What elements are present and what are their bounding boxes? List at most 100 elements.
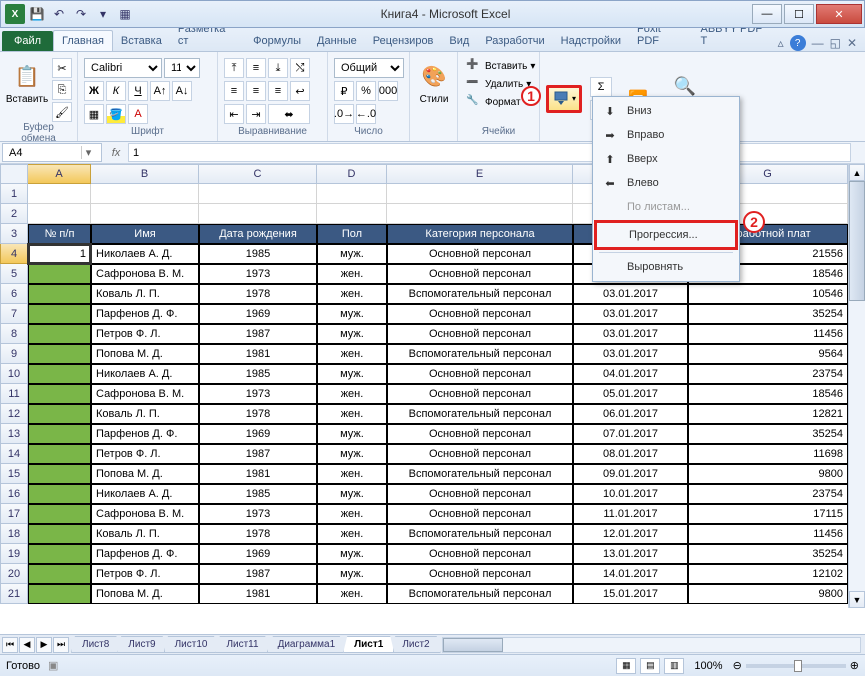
cell-num[interactable]	[28, 304, 91, 324]
cell-category[interactable]: Вспомогательный персонал	[387, 404, 573, 424]
cell-year[interactable]: 1987	[199, 444, 317, 464]
cell-year[interactable]: 1985	[199, 484, 317, 504]
cell-num[interactable]	[28, 364, 91, 384]
increase-decimal-icon[interactable]: .0→	[334, 104, 354, 124]
cell-name[interactable]: Петров Ф. Л.	[91, 324, 199, 344]
zoom-slider[interactable]	[746, 664, 846, 668]
wrap-text-icon[interactable]: ↩	[290, 81, 310, 101]
cell-year[interactable]: 1973	[199, 384, 317, 404]
cell-category[interactable]: Основной персонал	[387, 324, 573, 344]
cell-date[interactable]: 09.01.2017	[573, 464, 688, 484]
doc-restore-icon[interactable]: ◱	[830, 36, 841, 50]
cell-salary[interactable]: 10546	[688, 284, 848, 304]
sheet-tab[interactable]: Лист8	[71, 636, 120, 653]
cell-name[interactable]: Коваль Л. П.	[91, 524, 199, 544]
hscroll-thumb[interactable]	[443, 638, 503, 652]
cell-num[interactable]	[28, 544, 91, 564]
cell-name[interactable]: Сафронова В. М.	[91, 384, 199, 404]
namebox-dropdown-icon[interactable]: ▾	[81, 146, 95, 159]
cell-name[interactable]: Парфенов Д. Ф.	[91, 424, 199, 444]
border-icon[interactable]: ▦	[84, 104, 104, 124]
percent-icon[interactable]: %	[356, 81, 376, 101]
cell-salary[interactable]: 18546	[688, 384, 848, 404]
cell-sex[interactable]: жен.	[317, 384, 387, 404]
underline-icon[interactable]: Ч	[128, 81, 148, 101]
cell-name[interactable]: Коваль Л. П.	[91, 284, 199, 304]
header-sex[interactable]: Пол	[317, 224, 387, 244]
align-top-icon[interactable]: ⤒	[224, 58, 244, 78]
cell-salary[interactable]: 35254	[688, 424, 848, 444]
cell-num[interactable]	[28, 444, 91, 464]
font-color-icon[interactable]: A	[128, 104, 148, 124]
cell-name[interactable]: Николаев А. Д.	[91, 484, 199, 504]
file-tab[interactable]: Файл	[2, 31, 53, 51]
row-header[interactable]: 20	[0, 564, 28, 584]
cell-name[interactable]: Парфенов Д. Ф.	[91, 304, 199, 324]
col-header-A[interactable]: A	[28, 164, 91, 184]
select-all-corner[interactable]	[0, 164, 28, 184]
tab-home[interactable]: Главная	[53, 30, 113, 51]
fill-color-icon[interactable]: 🪣	[106, 104, 126, 124]
cell-date[interactable]: 03.01.2017	[573, 284, 688, 304]
zoom-in-icon[interactable]: ⊕	[850, 659, 859, 672]
cell-year[interactable]: 1973	[199, 264, 317, 284]
fill-left-item[interactable]: ⬅Влево	[595, 171, 737, 195]
align-middle-icon[interactable]: ≡	[246, 58, 266, 78]
cell-date[interactable]: 15.01.2017	[573, 584, 688, 604]
cell-salary[interactable]: 12821	[688, 404, 848, 424]
cell-salary[interactable]: 11698	[688, 444, 848, 464]
cell-sex[interactable]: жен.	[317, 284, 387, 304]
cell-year[interactable]: 1978	[199, 284, 317, 304]
cell-category[interactable]: Основной персонал	[387, 384, 573, 404]
tab-formulas[interactable]: Формулы	[245, 31, 309, 51]
align-center-icon[interactable]: ≡	[246, 81, 266, 101]
cell-salary[interactable]: 35254	[688, 544, 848, 564]
cell-year[interactable]: 1981	[199, 344, 317, 364]
scroll-up-icon[interactable]: ▲	[849, 164, 865, 181]
doc-minimize-icon[interactable]: —	[812, 36, 824, 50]
row-header[interactable]: 5	[0, 264, 28, 284]
scroll-thumb[interactable]	[849, 181, 865, 301]
cell-name[interactable]: Петров Ф. Л.	[91, 444, 199, 464]
sheet-tab[interactable]: Лист10	[164, 636, 219, 653]
cell-num[interactable]	[28, 464, 91, 484]
row-header[interactable]: 7	[0, 304, 28, 324]
col-header-D[interactable]: D	[317, 164, 387, 184]
cell-year[interactable]: 1981	[199, 584, 317, 604]
header-name[interactable]: Имя	[91, 224, 199, 244]
cell-sex[interactable]: муж.	[317, 244, 387, 264]
sheet-tab[interactable]: Лист9	[117, 636, 166, 653]
tab-nav-next-icon[interactable]: ▶	[36, 637, 52, 653]
merge-icon[interactable]: ⬌	[268, 104, 310, 124]
cell-name[interactable]: Сафронова В. М.	[91, 504, 199, 524]
cell-year[interactable]: 1978	[199, 524, 317, 544]
cell-date[interactable]: 03.01.2017	[573, 324, 688, 344]
zoom-thumb[interactable]	[794, 660, 802, 672]
row-header[interactable]: 19	[0, 544, 28, 564]
row-header[interactable]: 11	[0, 384, 28, 404]
cell-num[interactable]	[28, 504, 91, 524]
row-header[interactable]: 12	[0, 404, 28, 424]
cell-date[interactable]: 03.01.2017	[573, 304, 688, 324]
cell-sex[interactable]: жен.	[317, 504, 387, 524]
decrease-font-icon[interactable]: A↓	[172, 81, 192, 101]
cell-category[interactable]: Вспомогательный персонал	[387, 464, 573, 484]
help-icon[interactable]: ?	[790, 35, 806, 51]
cell-num[interactable]	[28, 384, 91, 404]
page-break-view-icon[interactable]: ▥	[664, 658, 684, 674]
undo-icon[interactable]: ↶	[49, 4, 69, 24]
fx-label[interactable]: fx	[104, 142, 128, 163]
decrease-decimal-icon[interactable]: ←.0	[356, 104, 376, 124]
cell-date[interactable]: 06.01.2017	[573, 404, 688, 424]
cell-date[interactable]: 10.01.2017	[573, 484, 688, 504]
maximize-button[interactable]: ☐	[784, 4, 814, 24]
bold-icon[interactable]: Ж	[84, 81, 104, 101]
tab-nav-last-icon[interactable]: ⏭	[53, 637, 69, 653]
cell-category[interactable]: Основной персонал	[387, 504, 573, 524]
cell-num[interactable]	[28, 284, 91, 304]
cell-date[interactable]: 11.01.2017	[573, 504, 688, 524]
formula-bar[interactable]: 1	[128, 143, 851, 162]
cell-date[interactable]: 05.01.2017	[573, 384, 688, 404]
tab-data[interactable]: Данные	[309, 31, 365, 51]
row-header[interactable]: 1	[0, 184, 28, 204]
